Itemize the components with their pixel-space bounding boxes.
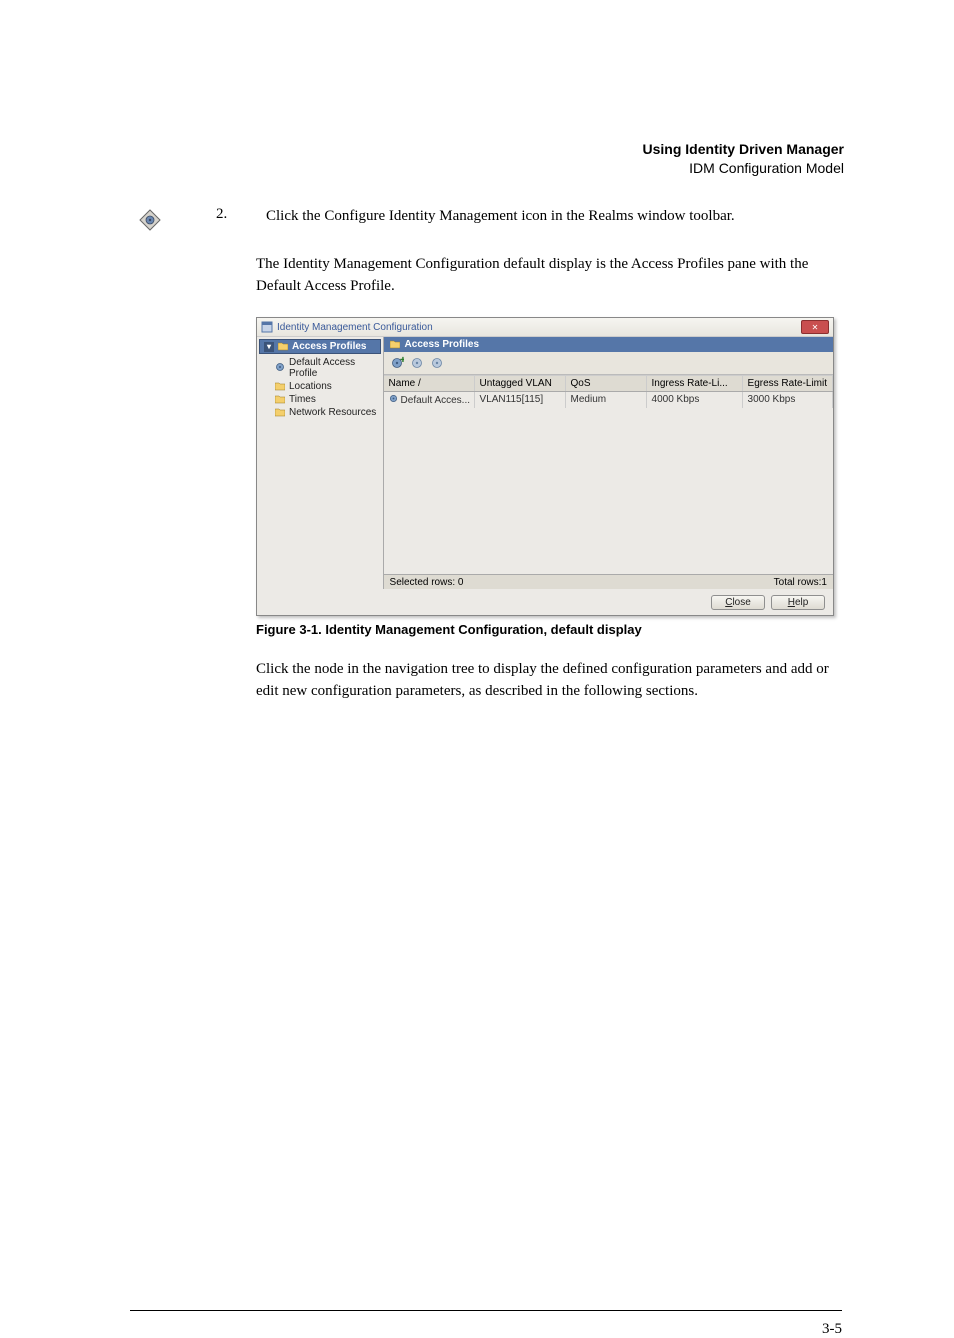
gear-icon: [389, 394, 398, 406]
tree-item[interactable]: Locations: [257, 380, 383, 393]
toolbar-delete-icon[interactable]: [429, 355, 445, 371]
column-name[interactable]: Name /: [384, 376, 475, 391]
chevron-down-icon: ▾: [264, 342, 274, 352]
window-icon: [261, 321, 273, 333]
tree-root[interactable]: ▾ Access Profiles: [259, 339, 381, 354]
close-button[interactable]: Close: [711, 595, 765, 610]
table-header: Name / Untagged VLAN QoS Ingress Rate-Li…: [384, 375, 833, 392]
tree-root-label: Access Profiles: [292, 341, 367, 352]
total-rows: Total rows:1: [774, 577, 827, 588]
step-text: Click the Configure Identity Management …: [266, 206, 844, 228]
folder-open-icon: [278, 342, 288, 351]
tree-item[interactable]: Network Resources: [257, 406, 383, 419]
body-paragraph-2: Click the node in the navigation tree to…: [256, 659, 844, 703]
svg-text:✚: ✚: [400, 356, 404, 364]
column-egress[interactable]: Egress Rate-Limit: [743, 376, 833, 391]
main-pane-title: Access Profiles: [384, 337, 833, 352]
column-qos[interactable]: QoS: [566, 376, 647, 391]
close-icon[interactable]: ✕: [801, 320, 829, 334]
help-button[interactable]: Help: [771, 595, 825, 610]
toolbar-edit-icon[interactable]: [409, 355, 425, 371]
body-paragraph-1: The Identity Management Configuration de…: [256, 254, 844, 298]
nav-tree: ▾ Access Profiles Default Access Profile…: [257, 337, 384, 589]
folder-icon: [275, 382, 285, 391]
identity-config-icon: [130, 206, 170, 232]
table-row[interactable]: Default Acces... VLAN115[115] Medium 400…: [384, 392, 833, 408]
tree-item[interactable]: Times: [257, 393, 383, 406]
column-ingress[interactable]: Ingress Rate-Li...: [647, 376, 743, 391]
folder-icon: [275, 408, 285, 417]
gear-icon: [275, 362, 285, 375]
page-number: 3-5: [0, 1311, 954, 1338]
page-header-sub: IDM Configuration Model: [130, 159, 844, 178]
page-header-title: Using Identity Driven Manager: [130, 140, 844, 159]
column-vlan[interactable]: Untagged VLAN: [475, 376, 566, 391]
config-window: Identity Management Configuration ✕ ▾ Ac…: [256, 317, 834, 616]
window-title: Identity Management Configuration: [277, 322, 801, 333]
tree-item[interactable]: Default Access Profile: [257, 356, 383, 380]
folder-icon: [275, 395, 285, 404]
figure-caption: Figure 3-1. Identity Management Configur…: [256, 622, 844, 637]
step-number: 2.: [180, 206, 256, 223]
folder-open-icon: [390, 340, 400, 349]
selected-rows: Selected rows: 0: [390, 577, 464, 588]
toolbar-new-icon[interactable]: ✚: [389, 355, 405, 371]
